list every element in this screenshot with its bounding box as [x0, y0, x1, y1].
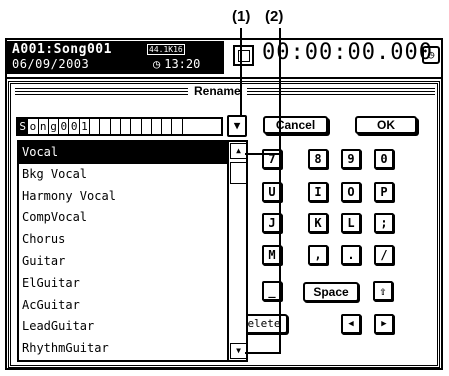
callout-1: (1) [232, 8, 251, 25]
ok-button[interactable]: OK [355, 116, 417, 134]
list-item[interactable]: LeadGuitar [19, 316, 227, 338]
song-date: 06/09/2003 [12, 57, 90, 71]
list-item[interactable]: Guitar [19, 251, 227, 273]
time-text: 13:20 [164, 57, 201, 71]
scroll-down-icon[interactable]: ▼ [230, 343, 247, 359]
dialog-title: Rename [188, 84, 247, 98]
key-l[interactable]: L [341, 213, 361, 233]
cancel-button[interactable]: Cancel [263, 116, 328, 134]
scroll-up-icon[interactable]: ▲ [230, 143, 247, 159]
name-char [152, 119, 163, 134]
name-char [142, 119, 152, 134]
preset-dropdown-button[interactable]: ▼ [227, 115, 247, 137]
shift-key[interactable]: ⇧ [373, 281, 393, 301]
callout-2-branch-bottom [245, 352, 280, 354]
name-input[interactable]: S o n g 0 0 1 [16, 117, 223, 136]
name-char [162, 119, 173, 134]
key-period[interactable]: . [341, 245, 361, 265]
name-char [121, 119, 132, 134]
callout-2-branch-top [245, 153, 280, 155]
name-char: n [39, 119, 49, 134]
format-badge: 44.1K16 [147, 44, 185, 55]
key-9[interactable]: 9 [341, 149, 361, 169]
cursor-right-button[interactable]: ▶ [374, 314, 394, 334]
name-char [172, 119, 183, 134]
scroll-thumb[interactable] [230, 162, 247, 184]
arrow-right-icon: ▶ [381, 319, 387, 329]
key-k[interactable]: K [308, 213, 328, 233]
name-char [90, 119, 101, 134]
list-item[interactable]: AcGuitar [19, 295, 227, 317]
preset-name-list[interactable]: Vocal Bkg Vocal Harmony Vocal CompVocal … [17, 140, 229, 362]
key-8[interactable]: 8 [308, 149, 328, 169]
key-o[interactable]: O [341, 182, 361, 202]
song-header: A001:Song001 06/09/2003 44.1K16 ◷ 13:20 [7, 41, 224, 74]
timer-icon[interactable]: ◷ [422, 46, 440, 64]
key-i[interactable]: I [308, 182, 328, 202]
name-char [111, 119, 121, 134]
name-char: 1 [80, 119, 91, 134]
callout-2-leader [279, 28, 281, 354]
list-item[interactable]: ElGuitar [19, 273, 227, 295]
list-item[interactable]: RhythmGuitar [19, 338, 227, 360]
triangle-down-icon: ▼ [233, 119, 241, 132]
shift-icon: ⇧ [379, 284, 387, 298]
arrow-left-icon: ◀ [348, 319, 354, 329]
timecode-mode-icon[interactable] [233, 45, 254, 66]
list-item[interactable]: Bkg Vocal [19, 164, 227, 186]
key-p[interactable]: P [374, 182, 394, 202]
callout-2: (2) [265, 8, 284, 25]
space-button[interactable]: Space [303, 282, 359, 302]
name-char [100, 119, 111, 134]
clock-time: ◷ 13:20 [149, 57, 200, 71]
list-item[interactable]: Vocal [19, 142, 227, 164]
key-0[interactable]: 0 [374, 149, 394, 169]
song-title: A001:Song001 [12, 42, 112, 57]
timecode-display: 00:00:00.000 [262, 40, 433, 65]
name-char: S [18, 119, 29, 134]
name-char: g [49, 119, 60, 134]
name-char [183, 119, 193, 134]
cursor-left-button[interactable]: ◀ [341, 314, 361, 334]
key-comma[interactable]: , [308, 245, 328, 265]
key-slash[interactable]: / [374, 245, 394, 265]
key-semicolon[interactable]: ; [374, 213, 394, 233]
name-char: 0 [69, 119, 80, 134]
list-item[interactable]: Chorus [19, 229, 227, 251]
name-char: o [28, 119, 39, 134]
list-item[interactable]: CompVocal [19, 207, 227, 229]
list-item[interactable]: Harmony Vocal [19, 186, 227, 208]
callout-1-leader [240, 28, 242, 116]
clock-icon: ◷ [153, 57, 161, 71]
list-scrollbar[interactable]: ▲ ▼ [227, 140, 248, 362]
name-char: 0 [59, 119, 70, 134]
name-char [131, 119, 142, 134]
header-divider [7, 77, 441, 79]
